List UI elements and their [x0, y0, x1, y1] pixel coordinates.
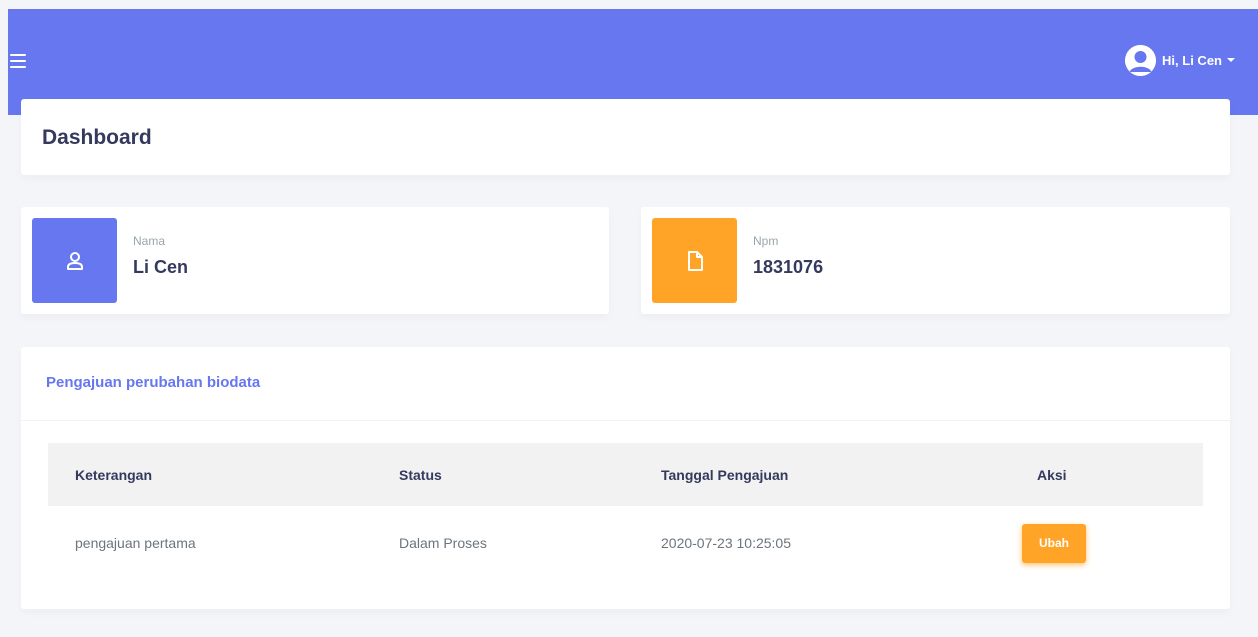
stat-label: Npm — [753, 234, 779, 248]
edit-button[interactable]: Ubah — [1022, 523, 1086, 563]
stat-card-npm: Npm 1831076 — [641, 207, 1230, 314]
file-icon — [687, 250, 703, 271]
stat-card-nama: Nama Li Cen — [21, 207, 609, 314]
card-title: Pengajuan perubahan biodata — [46, 374, 261, 391]
page-header: Dashboard — [21, 99, 1230, 175]
column-header: Keterangan — [75, 466, 153, 483]
cell-tanggal: 2020-07-23 10:25:05 — [661, 535, 791, 551]
user-greeting: Hi, Li Cen — [1162, 52, 1222, 68]
stat-icon-box — [652, 218, 737, 303]
stat-value: 1831076 — [753, 257, 824, 277]
user-dropdown[interactable]: Hi, Li Cen — [1125, 44, 1235, 76]
caret-down-icon — [1227, 58, 1235, 62]
cell-aksi: Ubah — [1022, 506, 1086, 580]
page-title: Dashboard — [42, 126, 152, 149]
table-header-row: Keterangan Status Tanggal Pengajuan Aksi — [48, 443, 1203, 506]
cell-status: Dalam Proses — [399, 535, 487, 551]
table-row: pengajuan pertama Dalam Proses 2020-07-2… — [48, 506, 1203, 580]
avatar — [1125, 44, 1157, 76]
menu-toggle-icon[interactable] — [10, 54, 26, 68]
stat-label: Nama — [133, 234, 166, 248]
column-header: Status — [399, 466, 442, 483]
card-header: Pengajuan perubahan biodata — [21, 347, 1230, 421]
stat-icon-box — [32, 218, 117, 303]
requests-table: Keterangan Status Tanggal Pengajuan Aksi… — [48, 443, 1203, 580]
cell-keterangan: pengajuan pertama — [75, 535, 196, 551]
column-header: Tanggal Pengajuan — [661, 466, 789, 483]
stat-value: Li Cen — [133, 257, 189, 277]
requests-card: Pengajuan perubahan biodata Keterangan S… — [21, 347, 1230, 609]
user-icon — [66, 251, 83, 270]
column-header: Aksi — [1037, 466, 1067, 483]
